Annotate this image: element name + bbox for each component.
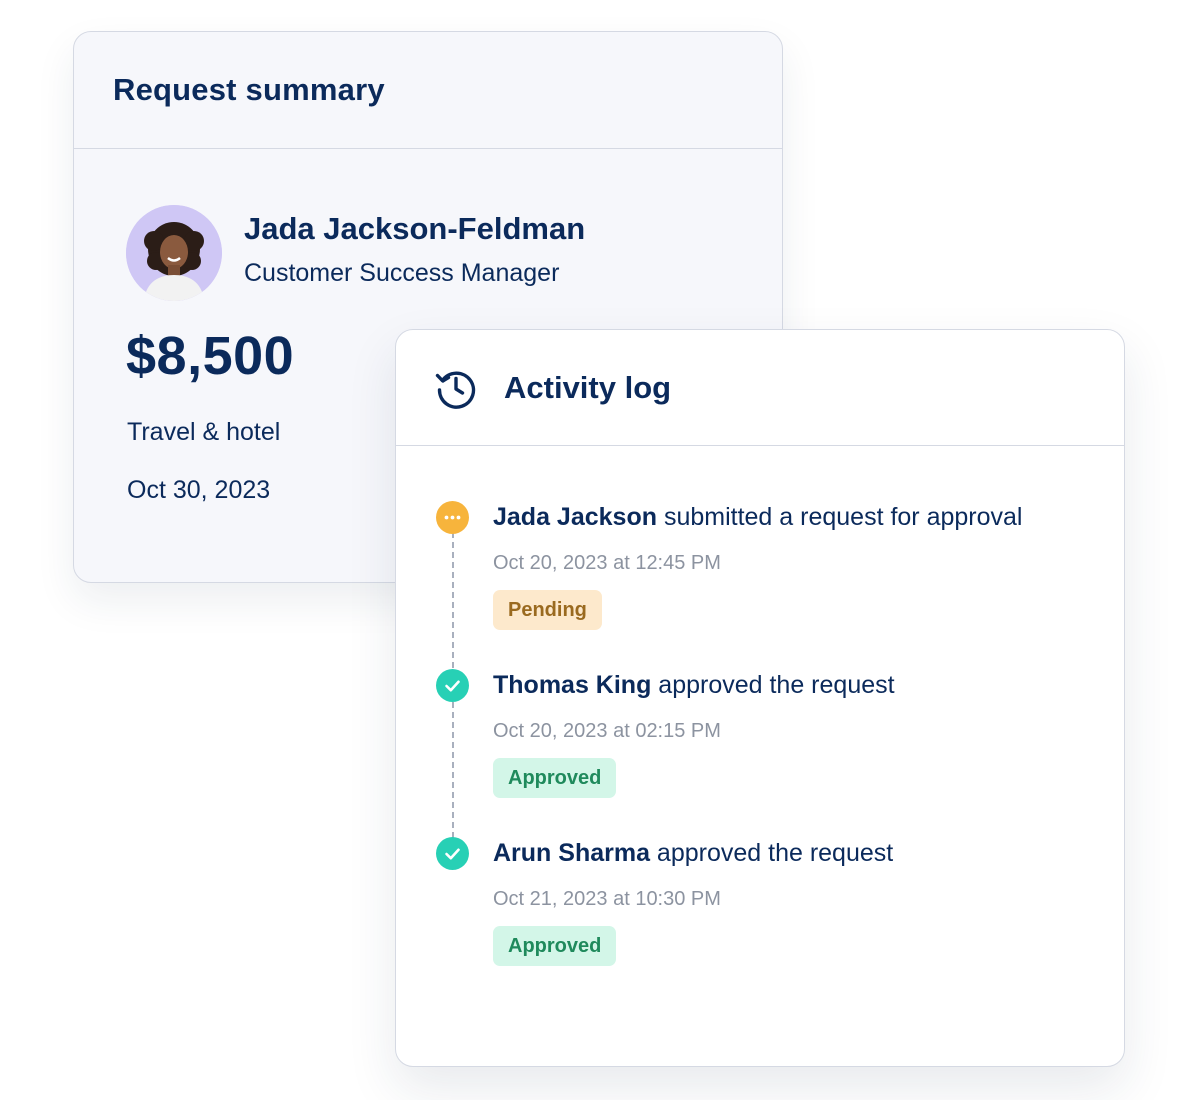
status-badge-approved: Approved bbox=[493, 926, 617, 966]
event-description: Arun Sharma approved the request bbox=[493, 839, 893, 868]
requester-name: Jada Jackson-Feldman bbox=[244, 210, 586, 246]
history-icon bbox=[435, 370, 476, 409]
request-date: Oct 30, 2023 bbox=[127, 476, 271, 504]
requester-role: Customer Success Manager bbox=[244, 258, 560, 287]
person-avatar-icon bbox=[126, 205, 222, 301]
event-timestamp: Oct 20, 2023 at 02:15 PM bbox=[493, 720, 721, 742]
request-summary-title: Request summary bbox=[113, 72, 385, 107]
requester: Jada Jackson-Feldman Customer Success Ma… bbox=[126, 205, 585, 301]
activity-log-header: Activity log bbox=[396, 330, 1124, 446]
stage: Request summary Jada Jackson-Feldman Cus… bbox=[0, 0, 1200, 1100]
event-timestamp: Oct 20, 2023 at 12:45 PM bbox=[493, 552, 721, 574]
check-icon bbox=[445, 848, 460, 860]
request-category: Travel & hotel bbox=[127, 418, 281, 446]
event-description: Thomas King approved the request bbox=[493, 671, 895, 700]
event-actor[interactable]: Jada Jackson bbox=[493, 503, 657, 531]
activity-log-card: Activity log Jada Jackson submitted a re… bbox=[395, 329, 1125, 1067]
avatar[interactable] bbox=[126, 205, 222, 301]
status-badge-pending: Pending bbox=[493, 590, 602, 630]
pending-status-dot bbox=[436, 501, 469, 534]
approved-status-dot bbox=[436, 669, 469, 702]
request-amount: $8,500 bbox=[126, 326, 295, 386]
requester-info: Jada Jackson-Feldman Customer Success Ma… bbox=[244, 211, 585, 288]
status-badge-approved: Approved bbox=[493, 758, 617, 798]
event-actor[interactable]: Thomas King bbox=[493, 671, 651, 699]
event-action: approved the request bbox=[649, 839, 894, 867]
approved-status-dot bbox=[436, 837, 469, 870]
more-horizontal-icon bbox=[444, 515, 461, 520]
event-actor[interactable]: Arun Sharma bbox=[493, 839, 650, 867]
event-action: submitted a request for approval bbox=[657, 503, 1023, 531]
event-description: Jada Jackson submitted a request for app… bbox=[493, 503, 1022, 532]
request-summary-header: Request summary bbox=[74, 32, 782, 149]
check-icon bbox=[445, 680, 460, 692]
event-action: approved the request bbox=[651, 671, 895, 699]
event-timestamp: Oct 21, 2023 at 10:30 PM bbox=[493, 888, 721, 910]
activity-log-title: Activity log bbox=[504, 369, 672, 405]
